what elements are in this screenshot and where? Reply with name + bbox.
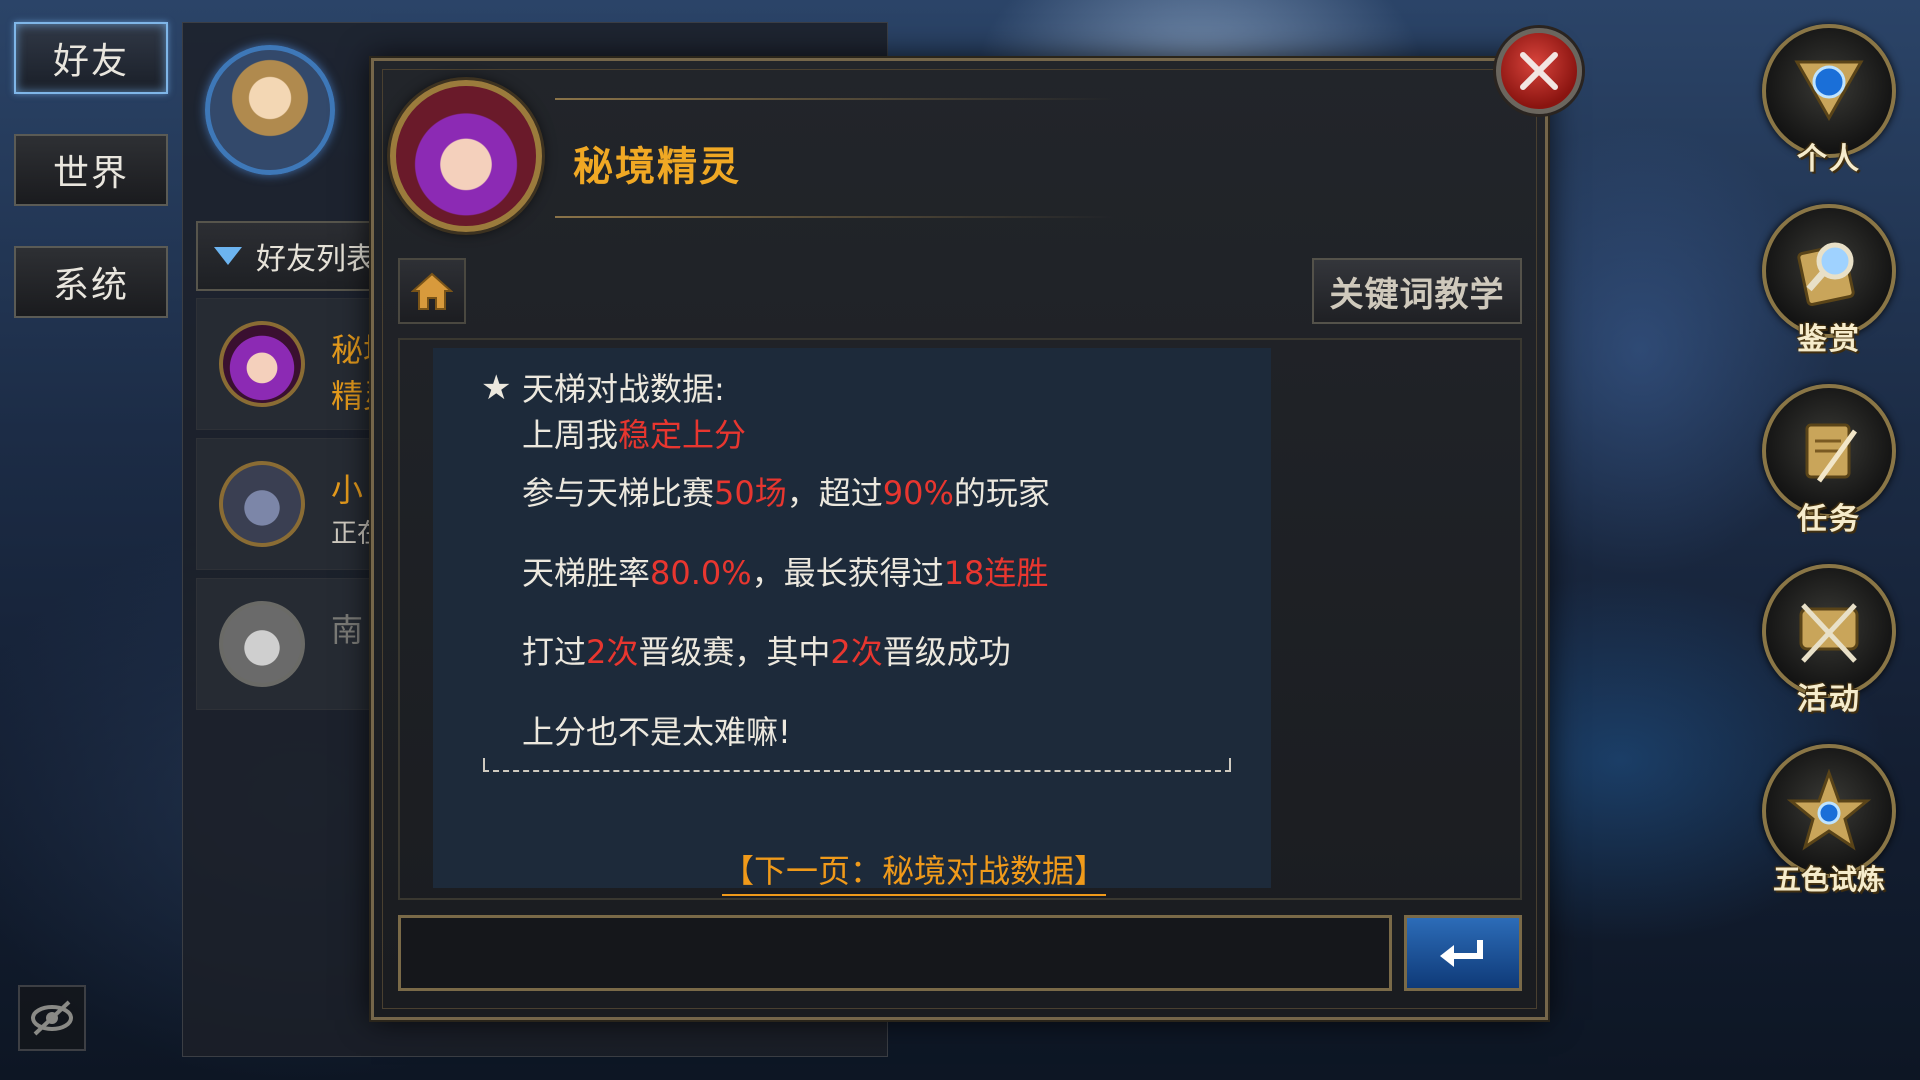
- menu-gallery[interactable]: 鉴赏: [1762, 204, 1896, 357]
- friend-list-label: 好友列表: [256, 242, 376, 277]
- friend-row[interactable]: 小 正在: [196, 438, 396, 570]
- menu-label: 鉴赏: [1797, 322, 1861, 357]
- friend-avatar: [219, 321, 305, 407]
- npc-avatar: [390, 80, 542, 232]
- menu-quests[interactable]: 任务: [1762, 384, 1896, 537]
- divider: [555, 216, 1115, 218]
- message-line: 打过2次晋级赛，其中2次晋级成功: [522, 627, 1011, 673]
- menu-profile[interactable]: 个人: [1762, 24, 1896, 177]
- menu-label: 任务: [1797, 502, 1861, 537]
- friend-name: 小: [331, 471, 364, 509]
- close-icon: [1520, 52, 1558, 90]
- friend-list-header[interactable]: 好友列表: [196, 221, 396, 291]
- text: 天梯胜率: [522, 554, 651, 592]
- enter-icon: [1440, 940, 1483, 967]
- text: 参与天梯比赛: [522, 474, 715, 512]
- highlight-text: 90%: [882, 474, 954, 512]
- highlight-text: 18连胜: [943, 554, 1049, 592]
- keyword-tutorial-button[interactable]: 关键词教学: [1312, 258, 1522, 324]
- npc-name: 秘境精灵: [573, 144, 741, 190]
- text: ，超过: [786, 474, 883, 512]
- highlight-text: 80.0%: [650, 554, 752, 592]
- chevron-down-icon: [214, 247, 242, 265]
- text: 的玩家: [953, 474, 1050, 512]
- menu-label: 活动: [1797, 682, 1861, 717]
- menu-label: 个人: [1797, 142, 1861, 177]
- tab-system[interactable]: 系统: [14, 246, 168, 318]
- message-line: 上分也不是太难嘛!: [522, 713, 791, 751]
- highlight-text: 稳定上分: [618, 416, 747, 454]
- friend-avatar: [219, 601, 305, 687]
- menu-events[interactable]: 活动: [1762, 564, 1896, 717]
- message-line: 参与天梯比赛50场，超过90%的玩家: [522, 468, 1050, 514]
- text: ，最长获得过: [751, 554, 944, 592]
- tab-world[interactable]: 世界: [14, 134, 168, 206]
- text: 上周我: [522, 416, 619, 454]
- highlight-text: 50场: [714, 474, 787, 512]
- home-icon: [411, 272, 453, 310]
- tab-friends[interactable]: 好友: [14, 22, 168, 94]
- message-title: 天梯对战数据:: [522, 370, 725, 408]
- menu-label: 五色试炼: [1772, 863, 1885, 896]
- divider: [555, 98, 1115, 100]
- message-line: 上周我稳定上分: [522, 410, 746, 456]
- eye-slash-icon: [31, 1000, 73, 1036]
- send-button[interactable]: [1404, 915, 1522, 991]
- hide-chat-button[interactable]: [18, 985, 86, 1051]
- highlight-text: 2次: [586, 633, 639, 671]
- friend-row[interactable]: 秘境精灵: [196, 298, 396, 430]
- game-screen: 好友 世界 系统 好友列表 秘境精灵 小 正在 南 秘境精灵 关键词教学 ★ 天…: [0, 0, 1920, 1080]
- home-button[interactable]: [398, 258, 466, 324]
- friend-name: 南: [331, 611, 364, 649]
- text: 晋级赛，其中: [638, 633, 831, 671]
- text: 晋级成功: [882, 633, 1011, 671]
- close-button[interactable]: [1496, 28, 1582, 114]
- menu-five-color-trial[interactable]: 五色试炼: [1762, 744, 1896, 896]
- highlight-text: 2次: [830, 633, 883, 671]
- star-icon: ★: [481, 368, 512, 408]
- friend-avatar: [219, 461, 305, 547]
- player-avatar[interactable]: [205, 45, 335, 175]
- friend-row[interactable]: 南: [196, 578, 396, 710]
- text: 打过: [522, 633, 587, 671]
- message-line: 天梯胜率80.0%，最长获得过18连胜: [522, 548, 1048, 594]
- dashed-divider: [483, 758, 1231, 772]
- chat-input[interactable]: [398, 915, 1392, 991]
- next-page-link[interactable]: 【下一页：秘境对战数据】: [722, 846, 1107, 896]
